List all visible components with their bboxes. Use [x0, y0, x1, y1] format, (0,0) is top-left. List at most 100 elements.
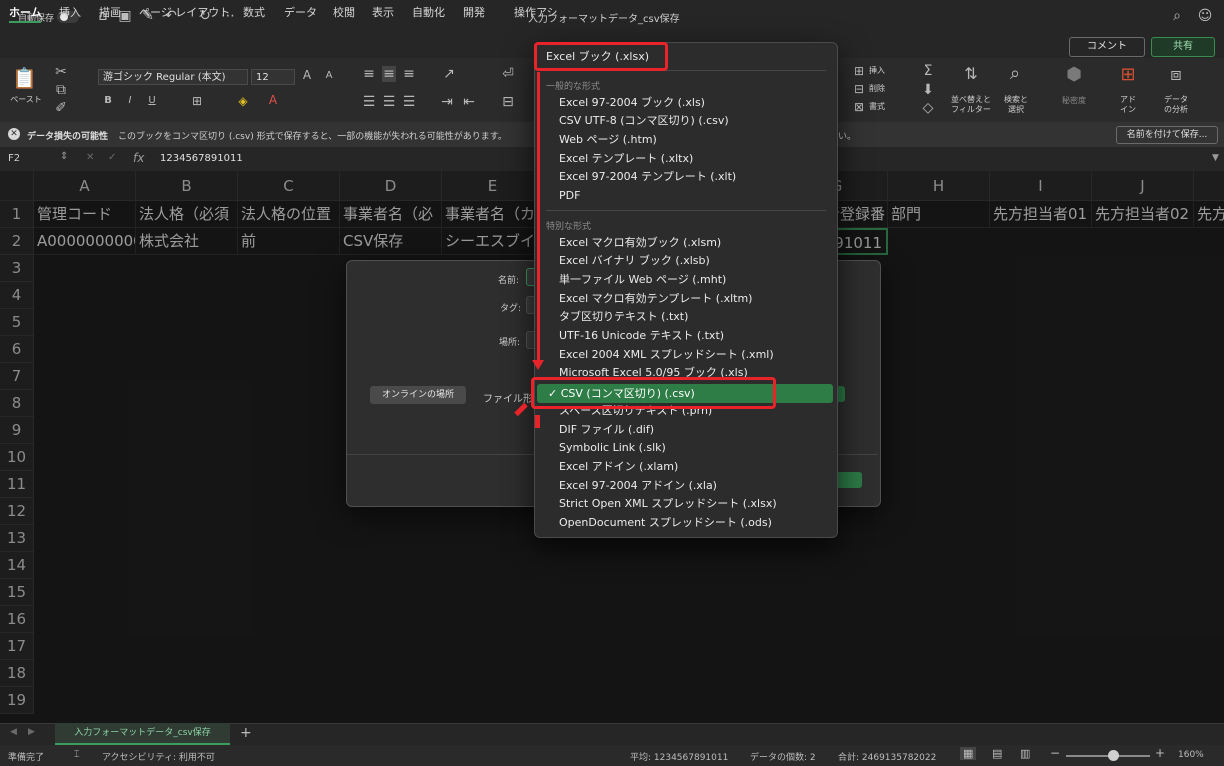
tab-automate[interactable]: 自動化 — [412, 4, 445, 20]
tab-review[interactable]: 校閲 — [333, 4, 355, 20]
font-size-select[interactable]: 12 — [251, 69, 295, 85]
save-as-button[interactable]: 名前を付けて保存... — [1116, 126, 1218, 144]
align-top-icon[interactable]: ≡ — [362, 66, 376, 82]
decrease-font-icon[interactable]: A — [322, 70, 336, 81]
menu-item-xltx[interactable]: Excel テンプレート (.xltx) — [559, 150, 693, 168]
format-cells-icon[interactable]: ⊠ — [852, 100, 866, 114]
format-painter-icon[interactable]: ✐ — [54, 100, 68, 116]
menu-item-xlam[interactable]: Excel アドイン (.xlam) — [559, 458, 678, 476]
menu-item-xltm[interactable]: Excel マクロ有効テンプレート (.xltm) — [559, 290, 752, 308]
menu-item-pdf[interactable]: PDF — [559, 187, 580, 205]
menu-item-xml[interactable]: Excel 2004 XML スプレッドシート (.xml) — [559, 346, 774, 364]
font-color-icon[interactable]: A — [266, 93, 280, 107]
tab-view[interactable]: 表示 — [372, 4, 394, 20]
bold-button[interactable]: B — [102, 95, 114, 106]
zoom-in-icon[interactable]: + — [1155, 746, 1165, 760]
menu-item-xls[interactable]: Excel 97-2004 ブック (.xls) — [559, 94, 705, 112]
addins-icon[interactable]: ⊞ — [1115, 64, 1141, 85]
delete-cells-icon[interactable]: ⊟ — [852, 82, 866, 96]
zoom-slider-handle[interactable] — [1108, 750, 1119, 761]
wrap-text-icon[interactable]: ⏎ — [500, 66, 516, 82]
align-right-icon[interactable]: ☰ — [402, 94, 416, 110]
fill-color-icon[interactable]: ◈ — [236, 94, 250, 108]
page-layout-view-icon[interactable]: ▤ — [992, 747, 1002, 760]
tab-formulas[interactable]: 数式 — [243, 4, 265, 20]
comment-button[interactable]: コメント — [1069, 37, 1145, 57]
tab-page-layout[interactable]: ページ レイアウト — [139, 4, 230, 20]
menu-item-slk[interactable]: Symbolic Link (.slk) — [559, 439, 666, 457]
orientation-icon[interactable]: ↗ — [440, 66, 458, 82]
menu-item-tab-txt[interactable]: タブ区切りテキスト (.txt) — [559, 308, 688, 326]
menu-item-xlsm[interactable]: Excel マクロ有効ブック (.xlsm) — [559, 234, 721, 252]
cut-icon[interactable]: ✂ — [54, 64, 68, 80]
find-select-icon[interactable]: ⌕ — [1000, 63, 1030, 84]
font-name-select[interactable]: 游ゴシック Regular (本文) — [98, 69, 248, 85]
paste-icon[interactable]: 📋 — [12, 66, 37, 90]
copy-icon[interactable]: ⧉ — [54, 82, 68, 98]
menu-item-htm[interactable]: Web ページ (.htm) — [559, 131, 657, 149]
highlight-csv-option — [531, 377, 776, 409]
warning-message: このブックをコンマ区切り (.csv) 形式で保存すると、一部の機能が失われる可… — [118, 132, 507, 142]
menu-item-dif[interactable]: DIF ファイル (.dif) — [559, 421, 654, 439]
insert-function-icon[interactable]: fx — [133, 151, 144, 165]
menu-item-strict-xlsx[interactable]: Strict Open XML スプレッドシート (.xlsx) — [559, 495, 777, 513]
online-locations-button[interactable]: オンラインの場所 — [370, 386, 466, 404]
insert-cells-icon[interactable]: ⊞ — [852, 64, 866, 78]
expand-formula-icon[interactable]: ▼ — [1212, 153, 1219, 163]
search-icon[interactable]: ⌕ — [1168, 7, 1186, 25]
menu-item-mht[interactable]: 単一ファイル Web ページ (.mht) — [559, 271, 726, 289]
prev-sheet-icon[interactable]: ◀ — [10, 727, 17, 737]
accessibility-status[interactable]: アクセシビリティ: 利用不可 — [102, 750, 215, 763]
menu-item-csv-utf8[interactable]: CSV UTF-8 (コンマ区切り) (.csv) — [559, 112, 729, 130]
indent-icon[interactable]: ⇥ — [440, 94, 454, 110]
tab-data[interactable]: データ — [284, 4, 317, 20]
add-sheet-icon[interactable]: + — [240, 725, 252, 741]
italic-button[interactable]: I — [124, 95, 136, 106]
menu-section-special: 特別な形式 — [546, 222, 592, 232]
align-middle-icon[interactable]: ≡ — [382, 66, 396, 82]
tab-insert[interactable]: 挿入 — [59, 4, 81, 20]
next-sheet-icon[interactable]: ▶ — [28, 727, 35, 737]
menu-item-xla[interactable]: Excel 97-2004 アドイン (.xla) — [559, 477, 717, 495]
merge-icon[interactable]: ⊟ — [500, 94, 516, 110]
increase-font-icon[interactable]: A — [300, 68, 314, 82]
zoom-level[interactable]: 160% — [1178, 750, 1204, 760]
close-warning-icon[interactable]: ✕ — [8, 128, 20, 140]
align-bottom-icon[interactable]: ≡ — [402, 66, 416, 82]
clear-icon[interactable]: ◇ — [920, 100, 936, 116]
border-icon[interactable]: ⊞ — [190, 94, 204, 108]
menu-item-xls-95[interactable]: Microsoft Excel 5.0/95 ブック (.xls) — [559, 364, 748, 378]
formula-input[interactable]: 1234567891011 — [160, 153, 243, 164]
menu-item-ods[interactable]: OpenDocument スプレッドシート (.ods) — [559, 514, 772, 532]
find-select-label: 検索と 選択 — [1004, 95, 1028, 114]
name-box[interactable]: F2 — [8, 153, 20, 164]
align-center-icon[interactable]: ☰ — [382, 94, 396, 110]
warning-message-end: い。 — [838, 132, 857, 142]
addins-label: アド イン — [1120, 95, 1136, 114]
normal-view-icon[interactable]: ▦ — [960, 747, 977, 760]
fill-icon[interactable]: ⬇ — [920, 82, 936, 98]
zoom-out-icon[interactable]: − — [1050, 746, 1060, 760]
underline-button[interactable]: U — [146, 95, 158, 106]
sheet-tab-active[interactable]: 入力フォーマットデータ_csv保存 — [55, 723, 230, 745]
menu-item-xlt[interactable]: Excel 97-2004 テンプレート (.xlt) — [559, 168, 736, 186]
page-break-view-icon[interactable]: ▥ — [1020, 747, 1030, 760]
analyze-data-icon[interactable]: ⧈ — [1163, 64, 1189, 85]
tab-developer[interactable]: 開発 — [463, 4, 485, 20]
macro-record-icon[interactable]: ⌶ — [74, 750, 79, 760]
sensitivity-icon[interactable]: ⬢ — [1060, 64, 1088, 85]
name-box-stepper-icon[interactable]: ⇕ — [60, 151, 68, 162]
outdent-icon[interactable]: ⇤ — [462, 94, 476, 110]
file-format-label: ファイル形 — [483, 394, 533, 405]
menu-item-utf16-txt[interactable]: UTF-16 Unicode テキスト (.txt) — [559, 327, 724, 345]
tab-home[interactable]: ホーム — [9, 4, 42, 20]
tab-tell-me[interactable]: 操作アシ — [514, 4, 558, 20]
account-icon[interactable]: ☺ — [1196, 7, 1214, 25]
autosum-icon[interactable]: Σ — [920, 63, 936, 79]
delete-label: 削除 — [869, 84, 885, 93]
sort-filter-icon[interactable]: ⇅ — [955, 64, 987, 83]
align-left-icon[interactable]: ☰ — [362, 94, 376, 110]
tab-draw[interactable]: 描画 — [99, 4, 121, 20]
menu-item-xlsb[interactable]: Excel バイナリ ブック (.xlsb) — [559, 252, 710, 270]
share-button[interactable]: 共有 — [1151, 37, 1215, 57]
